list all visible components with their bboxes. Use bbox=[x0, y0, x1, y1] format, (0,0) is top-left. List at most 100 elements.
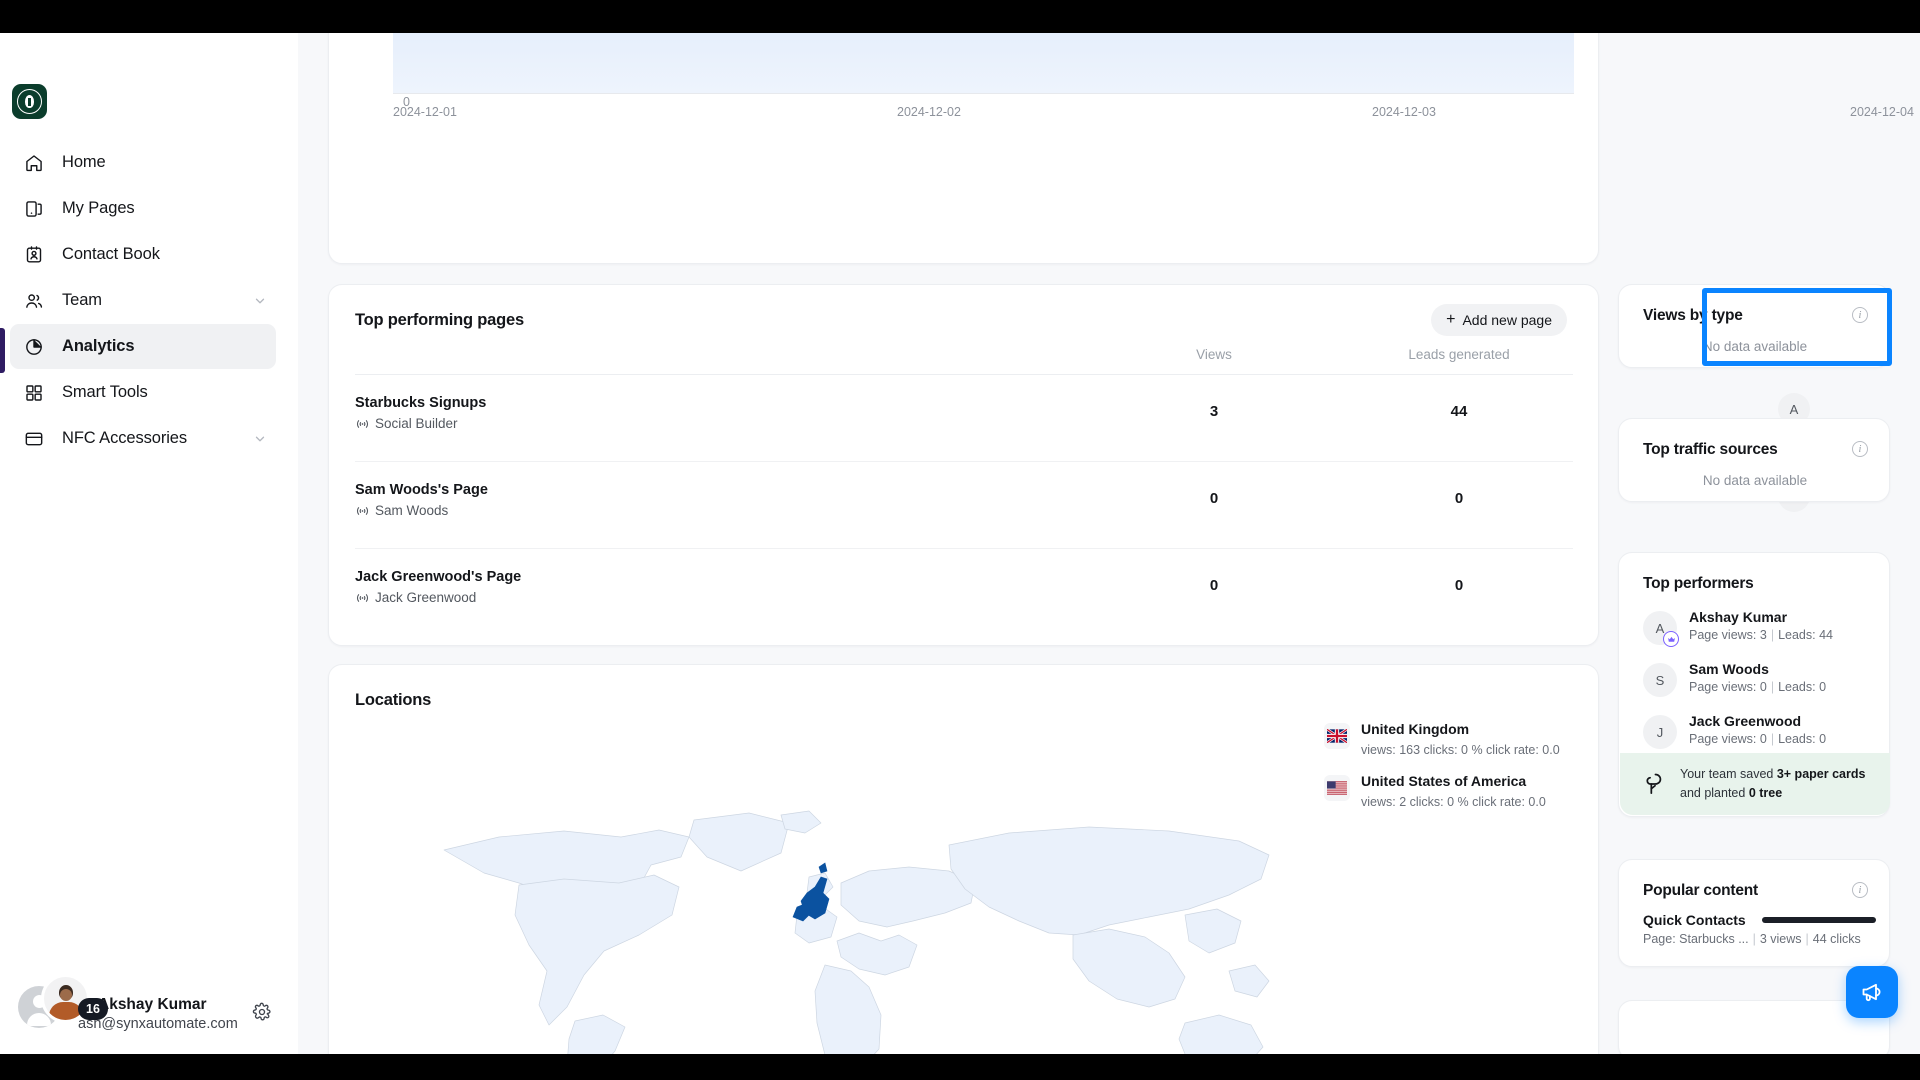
eco-line1-pre: Your team saved bbox=[1680, 766, 1777, 781]
sidebar-user-row[interactable]: 16 Akshay Kumar ash@synxautomate.com bbox=[0, 968, 298, 1040]
chevron-down-icon[interactable] bbox=[254, 433, 266, 445]
cell-views: 0 bbox=[1209, 490, 1219, 507]
card-title: Views by type bbox=[1643, 307, 1743, 324]
card-title: Top performing pages bbox=[355, 311, 524, 329]
eco-line2-value: 0 tree bbox=[1748, 786, 1783, 800]
info-icon[interactable]: i bbox=[1852, 441, 1868, 457]
x-axis-tick: 2024-12-03 bbox=[1372, 105, 1436, 119]
sidebar-item-home[interactable]: Home bbox=[10, 140, 276, 185]
sidebar-item-analytics[interactable]: Analytics bbox=[10, 324, 276, 369]
user-name: Akshay Kumar bbox=[98, 996, 207, 1013]
performer-views: Page views: 0 bbox=[1689, 732, 1767, 746]
table-row[interactable]: Jack Greenwood's Page Jack Greenwood 0 0 bbox=[329, 549, 1810, 636]
page-source: Sam Woods bbox=[355, 503, 448, 518]
top-performers-list: A Akshay Kumar Page views: 3 | Leads: 44 S bbox=[1619, 609, 1891, 765]
analytics-icon bbox=[22, 335, 46, 359]
world-map[interactable] bbox=[389, 775, 1289, 1054]
performer-stats: Page views: 0 | Leads: 0 bbox=[1689, 732, 1827, 746]
card-title: Locations bbox=[355, 691, 432, 709]
sidebar-item-my-pages[interactable]: My Pages bbox=[10, 186, 276, 231]
grid-icon bbox=[22, 381, 46, 405]
x-axis-tick: 2024-12-02 bbox=[897, 105, 961, 119]
sidebar-nav: Home My Pages Contact Book Team Analytic… bbox=[0, 140, 298, 461]
top-performing-pages-card: Top performing pages + Add new page View… bbox=[328, 284, 1810, 646]
eco-line2-pre: and planted bbox=[1680, 786, 1749, 800]
broadcast-icon bbox=[355, 418, 370, 430]
card-title: Top performers bbox=[1643, 575, 1754, 592]
location-item[interactable]: United States of America views: 2 clicks… bbox=[1324, 773, 1574, 825]
sidebar-item-label: Smart Tools bbox=[62, 383, 148, 401]
eco-impact-banner: Your team saved 3+ paper cards and plant… bbox=[1620, 753, 1890, 815]
page-name: Sam Woods's Page bbox=[355, 482, 488, 498]
sidebar-item-label: NFC Accessories bbox=[62, 429, 188, 447]
notification-badge: 16 bbox=[78, 998, 108, 1020]
info-icon[interactable]: i bbox=[1852, 307, 1868, 323]
table-row[interactable]: Sam Woods's Page Sam Woods 0 0 bbox=[329, 462, 1810, 549]
popular-item-name: Quick Contacts bbox=[1643, 912, 1746, 928]
add-new-page-label: Add new page bbox=[1462, 312, 1552, 328]
card-title: Top traffic sources bbox=[1643, 441, 1778, 458]
top-traffic-sources-card: Top traffic sources i No data available bbox=[1618, 418, 1890, 502]
sidebar-item-label: Home bbox=[62, 153, 106, 171]
add-new-page-button[interactable]: + Add new page bbox=[1431, 304, 1567, 336]
x-axis-tick: 2024-12-01 bbox=[393, 105, 457, 119]
performer-row[interactable]: S Sam Woods Page views: 0 | Leads: 0 bbox=[1619, 661, 1891, 713]
performer-name: Akshay Kumar bbox=[1689, 609, 1788, 625]
popular-item-page: Page: Starbucks ... bbox=[1643, 932, 1749, 946]
performer-row[interactable]: A Akshay Kumar Page views: 3 | Leads: 44 bbox=[1619, 609, 1891, 661]
performer-name: Sam Woods bbox=[1689, 661, 1769, 677]
page-source: Jack Greenwood bbox=[355, 590, 476, 605]
sidebar: Home My Pages Contact Book Team Analytic… bbox=[0, 0, 298, 1054]
cell-leads: 0 bbox=[1454, 490, 1464, 507]
page-name: Jack Greenwood's Page bbox=[355, 569, 522, 585]
location-item[interactable]: United Kingdom views: 163 clicks: 0 % cl… bbox=[1324, 721, 1574, 773]
empty-state-text: No data available bbox=[1702, 473, 1808, 488]
contact-icon bbox=[22, 243, 46, 267]
browser-chrome-top bbox=[0, 0, 1920, 33]
popular-item-stats: Page: Starbucks ... | 3 views | 44 clicks bbox=[1643, 932, 1861, 946]
country-stats: views: 2 clicks: 0 % click rate: 0.0 bbox=[1361, 795, 1546, 809]
locations-list: United Kingdom views: 163 clicks: 0 % cl… bbox=[1324, 721, 1574, 825]
x-axis-tick: 2024-12-04 bbox=[1850, 105, 1914, 119]
team-icon bbox=[22, 289, 46, 313]
chevron-down-icon[interactable] bbox=[254, 295, 266, 307]
cell-views: 3 bbox=[1209, 403, 1219, 420]
performer-stats: Page views: 0 | Leads: 0 bbox=[1689, 680, 1827, 694]
pages-icon bbox=[22, 197, 46, 221]
cell-views: 0 bbox=[1209, 577, 1219, 594]
page-source-label: Jack Greenwood bbox=[375, 590, 477, 605]
page-name: Starbucks Signups bbox=[355, 395, 487, 411]
active-nav-indicator bbox=[0, 328, 5, 373]
performer-name: Jack Greenwood bbox=[1689, 713, 1802, 729]
eco-impact-text: Your team saved 3+ paper cards and plant… bbox=[1680, 765, 1865, 804]
uk-flag-icon bbox=[1324, 723, 1350, 749]
broadcast-icon bbox=[355, 592, 370, 604]
sidebar-item-team[interactable]: Team bbox=[10, 278, 276, 323]
column-header-leads: Leads generated bbox=[1408, 347, 1510, 362]
chart: 0 5 10 bbox=[329, 0, 1914, 265]
sidebar-item-label: Contact Book bbox=[62, 245, 160, 263]
plus-icon: + bbox=[1446, 311, 1456, 328]
country-stats: views: 163 clicks: 0 % click rate: 0.0 bbox=[1361, 743, 1560, 757]
table-row[interactable]: Starbucks Signups Social Builder 3 44 A bbox=[329, 375, 1810, 462]
performer-leads: Leads: 0 bbox=[1778, 732, 1827, 746]
home-icon bbox=[22, 151, 46, 175]
column-header-views: Views bbox=[1196, 347, 1232, 362]
sidebar-item-nfc-accessories[interactable]: NFC Accessories bbox=[10, 416, 276, 461]
eco-line1-value: 3+ paper cards bbox=[1776, 766, 1866, 781]
location-text: United States of America views: 2 clicks… bbox=[1361, 773, 1546, 809]
announcements-button[interactable] bbox=[1846, 966, 1898, 1018]
sidebar-item-label: Team bbox=[62, 291, 102, 309]
views-by-type-card: Views by type i No data available bbox=[1618, 284, 1890, 368]
chart-x-axis bbox=[393, 93, 1574, 94]
performer-avatar: S bbox=[1643, 663, 1677, 697]
country-name: United States of America bbox=[1361, 773, 1527, 789]
starbucks-logo-icon[interactable] bbox=[12, 84, 47, 119]
popular-item-views: 3 views bbox=[1759, 932, 1802, 946]
sidebar-item-contact-book[interactable]: Contact Book bbox=[10, 232, 276, 277]
sidebar-item-smart-tools[interactable]: Smart Tools bbox=[10, 370, 276, 415]
browser-chrome-bottom bbox=[0, 1054, 1920, 1080]
info-icon[interactable]: i bbox=[1852, 882, 1868, 898]
gear-icon[interactable] bbox=[252, 1002, 272, 1022]
page-source-label: Sam Woods bbox=[375, 503, 449, 518]
